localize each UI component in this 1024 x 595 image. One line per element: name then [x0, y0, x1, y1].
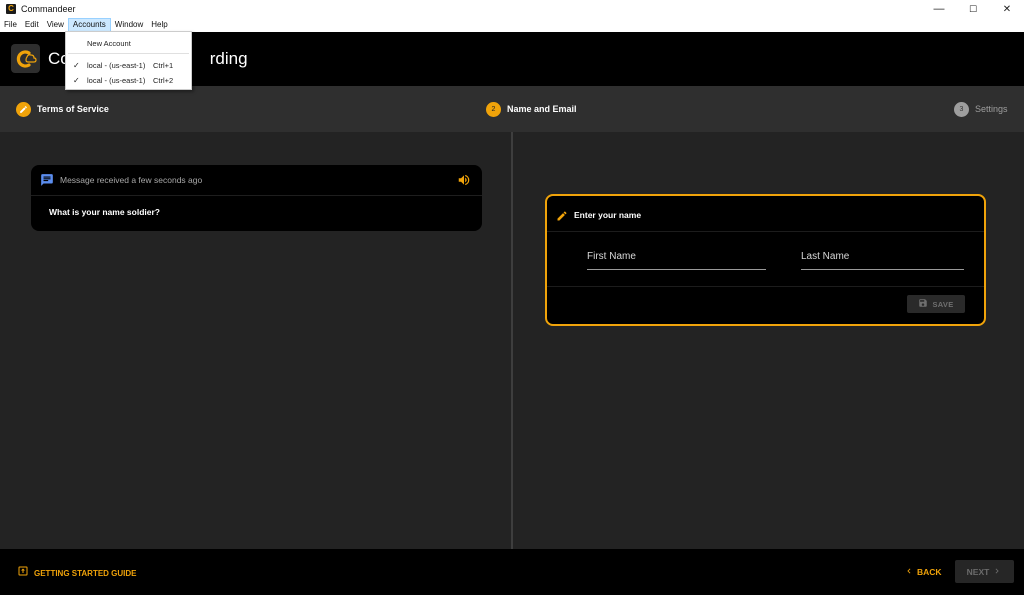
step-label: Settings [975, 104, 1008, 114]
message-header: Message received a few seconds ago [31, 165, 482, 196]
step-number: 2 [486, 101, 501, 117]
minimize-button[interactable]: — [922, 0, 956, 18]
message-timestamp: Message received a few seconds ago [60, 175, 203, 185]
menu-window[interactable]: Window [111, 18, 147, 32]
account-shortcut: Ctrl+2 [153, 75, 174, 85]
next-button[interactable]: NEXT [955, 560, 1014, 583]
pencil-icon [556, 209, 568, 227]
back-label: BACK [917, 567, 942, 577]
footer-bar: GETTING STARTED GUIDE BACK NEXT [0, 549, 1024, 595]
step-label: Name and Email [507, 104, 577, 114]
step-number: 3 [954, 101, 969, 117]
onboarding-stepper: Terms of Service 2 Name and Email 3 Sett… [0, 86, 1024, 132]
menu-separator [68, 53, 189, 54]
accounts-dropdown: New Account ✓ local - (us-east-1) Ctrl+1… [65, 31, 192, 90]
menu-bar: File Edit View Accounts Window Help [0, 18, 1024, 32]
guide-icon [17, 564, 29, 582]
last-name-label: Last Name [801, 251, 850, 262]
account-label: local - (us-east-1) [87, 75, 146, 85]
menu-file[interactable]: File [0, 18, 21, 32]
close-button[interactable]: ✕ [990, 0, 1024, 18]
menu-edit[interactable]: Edit [21, 18, 43, 32]
volume-icon[interactable] [457, 173, 471, 192]
message-panel: Message received a few seconds ago What … [0, 132, 511, 549]
name-form-card: Enter your name First Name Last Name SAV… [545, 194, 986, 326]
name-form-header: Enter your name [547, 196, 984, 232]
guide-label: GETTING STARTED GUIDE [34, 568, 137, 578]
title-bar: C Commandeer — ☐ ✕ [0, 0, 1024, 18]
chevron-left-icon [904, 563, 914, 581]
message-icon [40, 173, 54, 192]
commandeer-logo [11, 44, 40, 73]
window-title: Commandeer [21, 4, 76, 14]
step-name-and-email[interactable]: 2 Name and Email [486, 101, 577, 117]
first-name-label: First Name [587, 251, 636, 262]
getting-started-guide-button[interactable]: GETTING STARTED GUIDE [17, 564, 137, 582]
save-label: SAVE [932, 299, 954, 309]
new-account-label: New Account [87, 38, 131, 48]
step-label: Terms of Service [37, 104, 109, 114]
account-label: local - (us-east-1) [87, 60, 146, 70]
last-name-field[interactable]: Last Name [801, 244, 964, 270]
account-menu-item-2[interactable]: ✓ local - (us-east-1) Ctrl+2 [66, 73, 191, 87]
message-card: Message received a few seconds ago What … [31, 165, 482, 231]
window-controls: — ☐ ✕ [922, 0, 1024, 18]
back-button[interactable]: BACK [904, 561, 942, 583]
menu-help[interactable]: Help [147, 18, 171, 32]
save-icon [918, 295, 928, 313]
form-divider [547, 286, 984, 287]
save-button[interactable]: SAVE [907, 295, 965, 313]
step-settings[interactable]: 3 Settings [954, 101, 1008, 117]
account-menu-item-1[interactable]: ✓ local - (us-east-1) Ctrl+1 [66, 58, 191, 72]
message-text: What is your name soldier? [49, 207, 160, 217]
pencil-icon [16, 101, 31, 117]
app-icon: C [6, 4, 16, 14]
check-icon: ✓ [73, 60, 80, 70]
menu-accounts[interactable]: Accounts [67, 18, 111, 32]
form-panel: Enter your name First Name Last Name SAV… [513, 132, 1024, 549]
new-account-menu-item[interactable]: New Account [66, 36, 191, 50]
chevron-right-icon [992, 563, 1002, 581]
first-name-field[interactable]: First Name [587, 244, 766, 270]
maximize-button[interactable]: ☐ [956, 0, 990, 18]
next-label: NEXT [966, 566, 990, 577]
menu-view[interactable]: View [43, 18, 68, 32]
account-shortcut: Ctrl+1 [153, 60, 174, 70]
check-icon: ✓ [73, 75, 80, 85]
name-form-title: Enter your name [574, 210, 642, 220]
step-terms-of-service[interactable]: Terms of Service [16, 101, 109, 117]
